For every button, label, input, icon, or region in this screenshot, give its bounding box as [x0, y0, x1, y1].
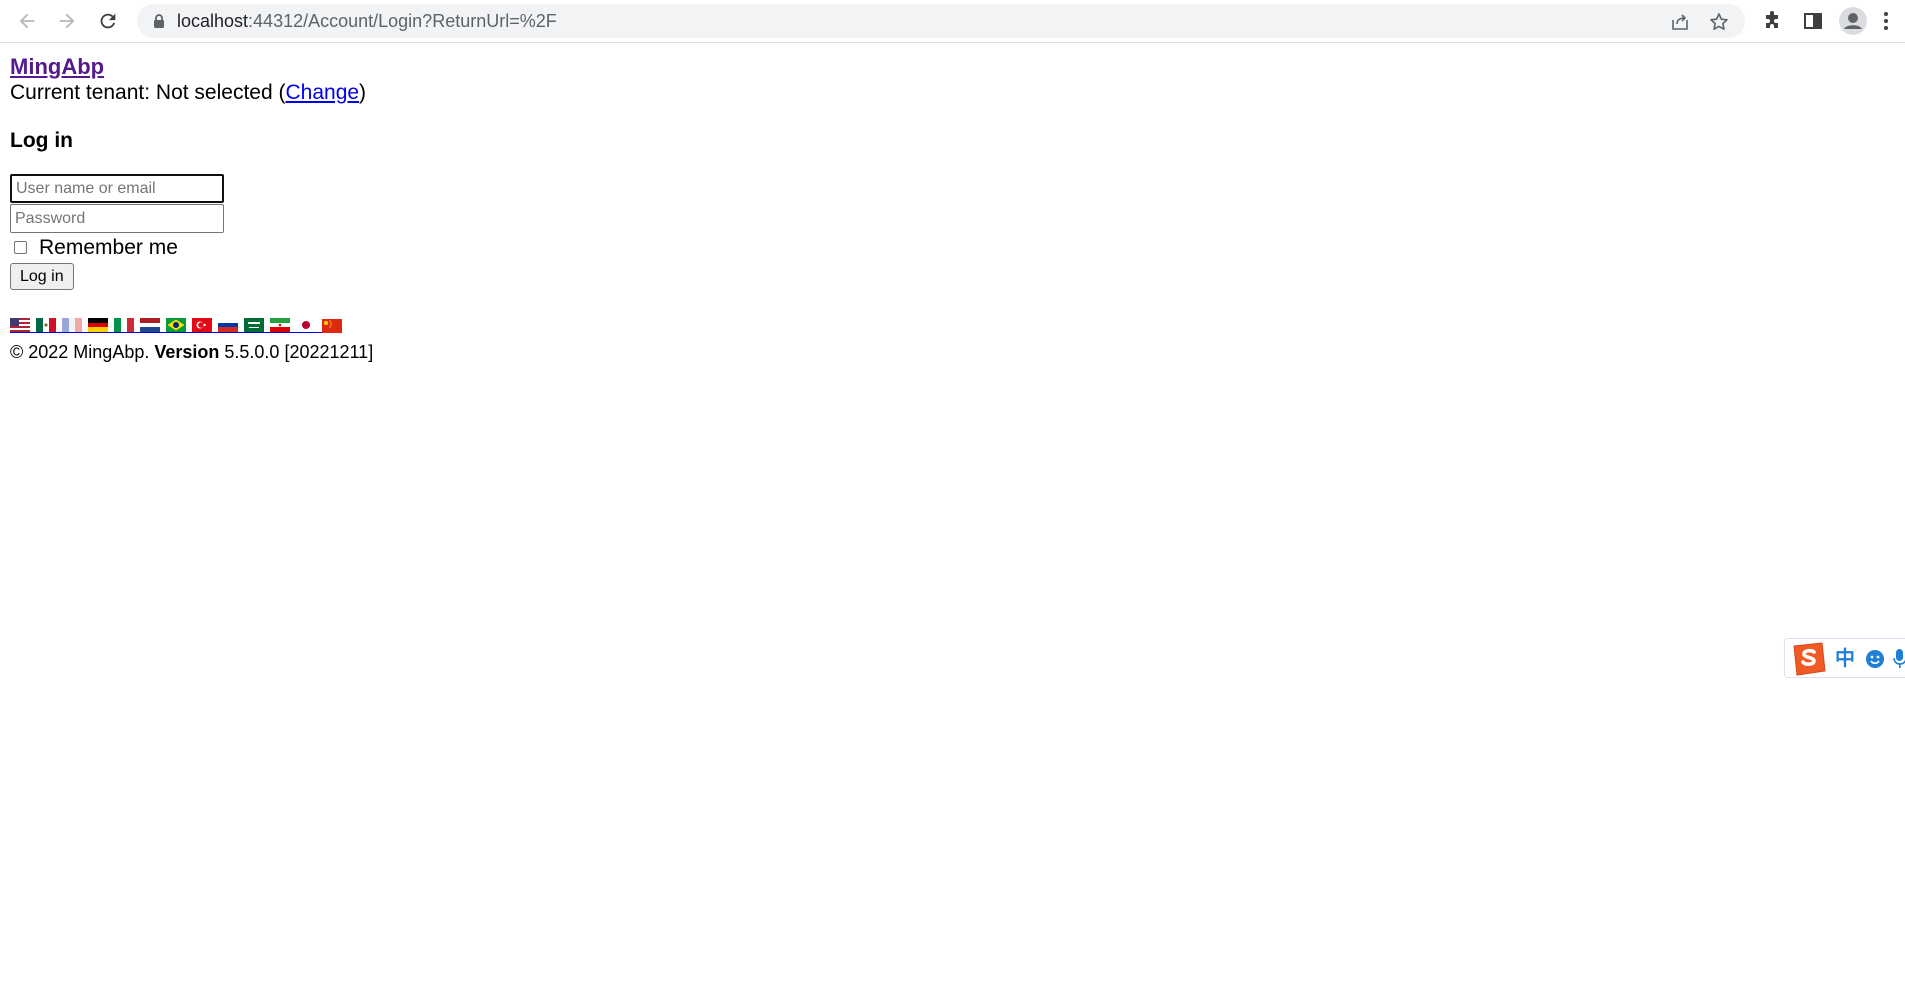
brand-link[interactable]: MingAbp — [10, 54, 104, 80]
language-link-es-mx[interactable] — [36, 314, 62, 333]
flag-ru-icon — [218, 318, 238, 332]
flag-fr-icon — [62, 318, 82, 332]
reload-icon[interactable] — [95, 8, 121, 34]
remember-me-row: Remember me — [10, 234, 373, 261]
remember-me-label[interactable]: Remember me — [39, 235, 178, 261]
language-link-en[interactable] — [10, 314, 36, 333]
flag-it-icon — [114, 318, 134, 332]
side-panel-icon[interactable] — [1802, 10, 1824, 32]
flag-de-icon — [88, 318, 108, 332]
flag-br-icon — [166, 318, 186, 332]
language-link-ja[interactable] — [296, 314, 322, 333]
forward-arrow-icon[interactable] — [54, 8, 80, 34]
flag-sa-icon — [244, 318, 264, 332]
language-link-it[interactable] — [114, 314, 140, 333]
login-title: Log in — [10, 129, 73, 152]
language-link-tr[interactable] — [192, 314, 218, 333]
language-link-de[interactable] — [88, 314, 114, 333]
language-link-zh-hans[interactable] — [322, 315, 342, 333]
footer: © 2022 MingAbp. Version 5.5.0.0 [2022121… — [10, 342, 374, 362]
url-text[interactable]: localhost:44312/Account/Login?ReturnUrl=… — [177, 12, 557, 30]
sogou-logo-icon[interactable] — [1789, 642, 1827, 676]
username-input[interactable] — [10, 174, 224, 203]
puzzle-icon[interactable] — [1762, 10, 1784, 32]
language-link-fa[interactable] — [270, 314, 296, 333]
share-icon[interactable] — [1670, 12, 1690, 32]
language-link-fr[interactable] — [62, 314, 88, 333]
flag-mx-icon — [36, 318, 56, 332]
language-link-pt-br[interactable] — [166, 314, 192, 333]
change-tenant-link[interactable]: Change — [285, 81, 359, 104]
language-link-nl[interactable] — [140, 314, 166, 333]
password-input[interactable] — [10, 204, 224, 233]
ime-language-toggle[interactable]: 中 — [1835, 647, 1855, 669]
flag-nl-icon — [140, 318, 160, 332]
star-icon[interactable] — [1709, 12, 1729, 32]
login-button[interactable]: Log in — [10, 263, 74, 290]
microphone-icon[interactable] — [1893, 648, 1905, 670]
flag-tr-icon — [192, 318, 212, 332]
kebab-menu-icon[interactable] — [1882, 10, 1890, 32]
address-bar[interactable]: localhost:44312/Account/Login?ReturnUrl=… — [137, 4, 1745, 38]
language-link-ru[interactable] — [218, 314, 244, 333]
flag-cn-icon — [322, 319, 342, 333]
flag-jp-icon — [296, 318, 316, 332]
emoji-icon[interactable] — [1865, 649, 1885, 669]
login-page: MingAbp Current tenant: Not selected (Ch… — [10, 54, 373, 363]
browser-toolbar: localhost:44312/Account/Login?ReturnUrl=… — [0, 0, 1905, 43]
tenant-line: Current tenant: Not selected (Change) — [10, 81, 367, 104]
language-switcher — [10, 315, 373, 333]
back-arrow-icon[interactable] — [14, 8, 40, 34]
flag-us-icon — [10, 318, 30, 332]
lock-icon[interactable] — [151, 13, 167, 29]
profile-icon[interactable] — [1839, 7, 1867, 35]
ime-toolbar[interactable]: 中 — [1784, 638, 1905, 678]
language-link-ar[interactable] — [244, 314, 270, 333]
flag-ir-icon — [270, 318, 290, 332]
remember-me-checkbox[interactable] — [14, 241, 27, 254]
